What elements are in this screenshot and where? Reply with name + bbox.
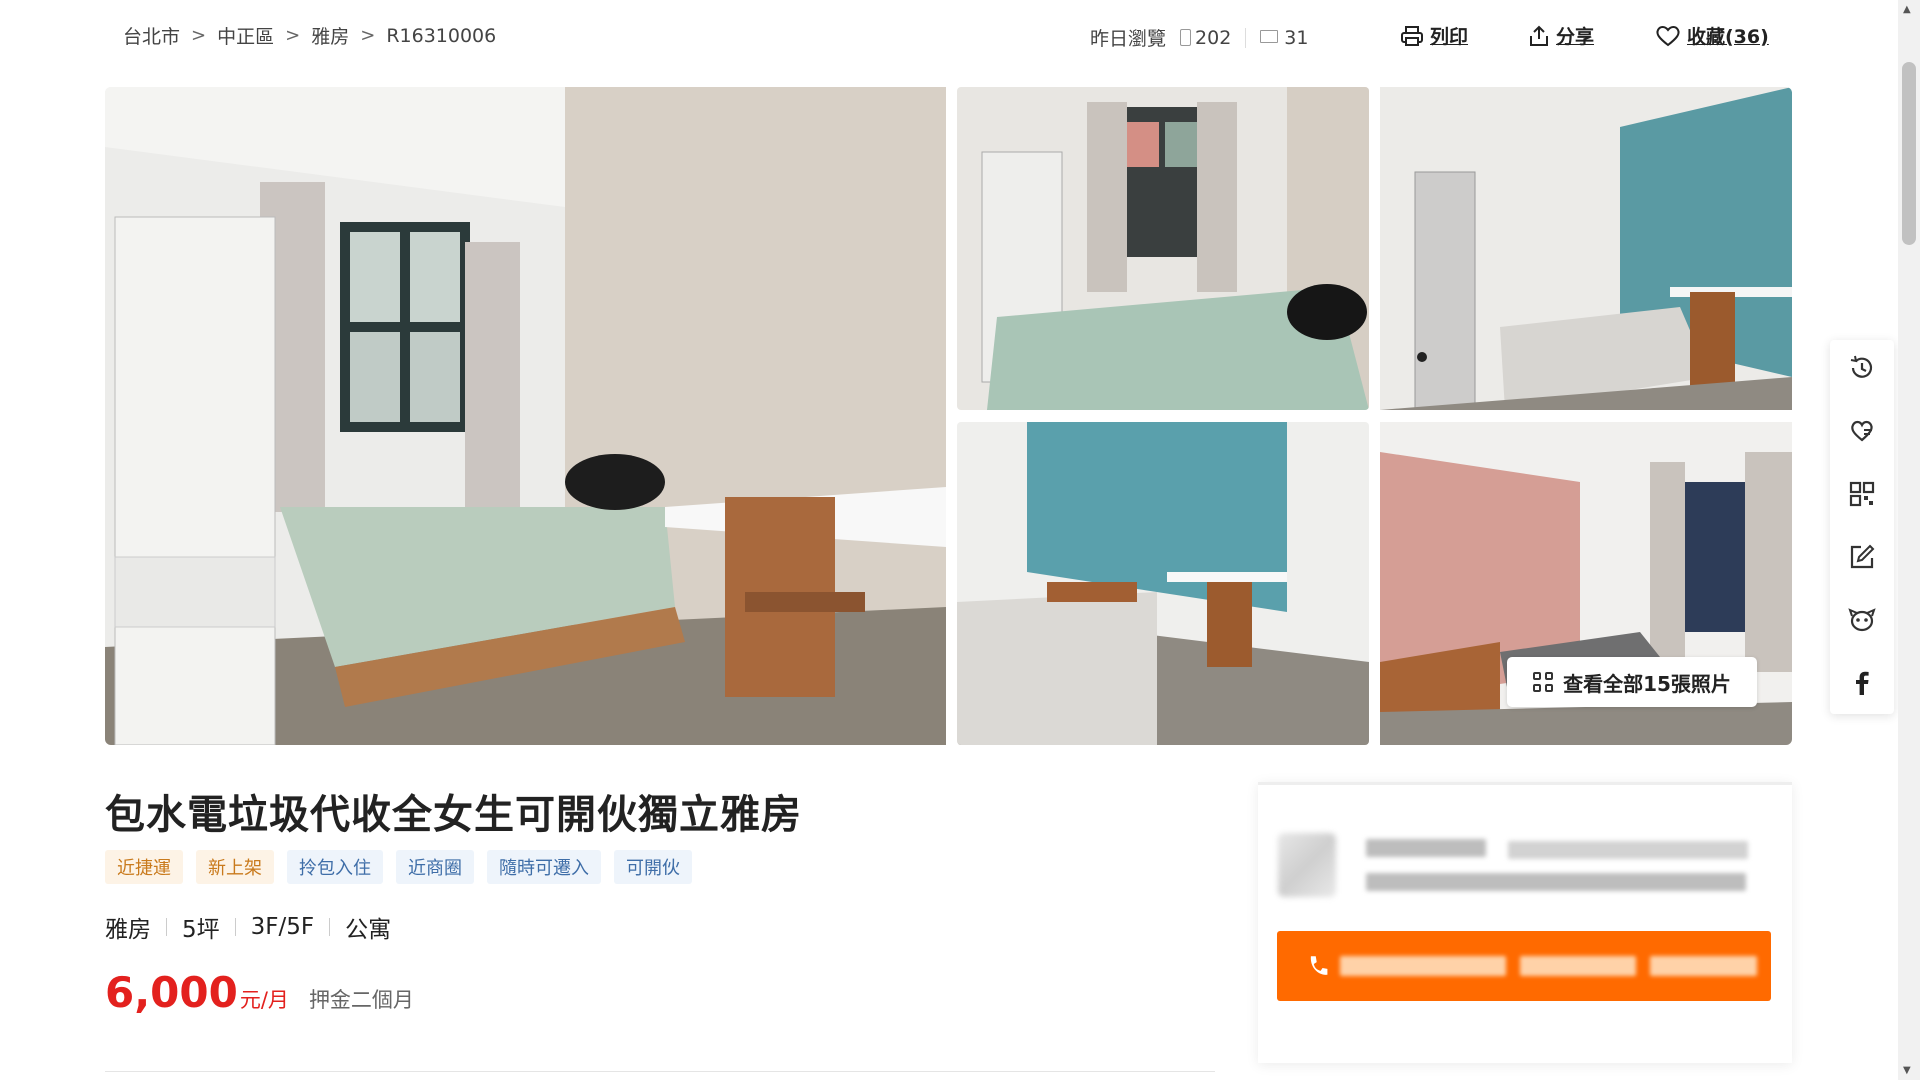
feature-tag: 近商圈 xyxy=(396,850,474,884)
divider xyxy=(329,918,331,936)
scroll-up-icon[interactable]: ▲ xyxy=(1903,4,1911,15)
mobile-views-count: 202 xyxy=(1195,26,1232,49)
share-icon xyxy=(1530,25,1548,46)
breadcrumb-separator: > xyxy=(191,25,207,46)
divider xyxy=(234,918,236,936)
breadcrumb-district[interactable]: 中正區 xyxy=(217,22,274,49)
listing-title: 包水電垃圾代收全女生可開伙獨立雅房 xyxy=(105,792,802,838)
view-stats: 昨日瀏覽 202 31 xyxy=(1090,24,1308,51)
agent-name-redacted xyxy=(1366,839,1486,857)
agent-info-redacted xyxy=(1508,841,1748,859)
printer-icon xyxy=(1401,25,1423,46)
scrollbar-thumb[interactable] xyxy=(1902,62,1916,245)
feature-tag: 可開伙 xyxy=(614,850,692,884)
edit-icon[interactable] xyxy=(1846,541,1878,573)
divider xyxy=(166,918,167,936)
phone-number-redacted xyxy=(1519,956,1637,976)
print-label: 列印 xyxy=(1430,26,1469,48)
phone-number-redacted xyxy=(1340,956,1506,976)
spec-floor: 3F/5F xyxy=(250,914,315,940)
page-scrollbar[interactable]: ▲ ▼ xyxy=(1898,0,1920,1080)
spec-room-type: 雅房 xyxy=(105,917,151,943)
print-button[interactable]: 列印 xyxy=(1400,22,1468,49)
photo-thumbnail[interactable] xyxy=(1380,87,1792,410)
spec-size: 5坪 xyxy=(182,917,220,943)
heart-chat-icon[interactable] xyxy=(1846,415,1878,447)
favorite-label: 收藏(36) xyxy=(1687,26,1769,48)
main-photo[interactable] xyxy=(105,87,946,745)
phone-number-redacted xyxy=(1650,956,1758,976)
breadcrumb-city[interactable]: 台北市 xyxy=(123,22,180,49)
view-all-photos-button[interactable]: 查看全部15張照片 xyxy=(1507,657,1757,707)
agent-info-redacted xyxy=(1366,873,1746,891)
rent-price: 6,000 xyxy=(105,968,238,1017)
feature-tag: 新上架 xyxy=(196,850,274,884)
history-icon[interactable] xyxy=(1846,352,1878,384)
contact-card xyxy=(1258,782,1792,1063)
stats-label: 昨日瀏覽 xyxy=(1090,28,1167,50)
share-label: 分享 xyxy=(1556,26,1595,48)
avatar xyxy=(1278,833,1336,897)
grid-icon xyxy=(1533,672,1554,692)
mobile-icon xyxy=(1180,29,1192,46)
phone-icon xyxy=(1310,956,1328,975)
breadcrumb-type[interactable]: 雅房 xyxy=(311,22,349,49)
divider xyxy=(1245,27,1247,48)
feature-tag: 拎包入住 xyxy=(287,850,383,884)
scroll-down-icon[interactable]: ▼ xyxy=(1903,1065,1911,1076)
rent-price-unit: 元/月 xyxy=(239,988,289,1012)
breadcrumb-listing-id: R16310006 xyxy=(386,24,497,47)
share-button[interactable]: 分享 xyxy=(1528,22,1594,49)
view-all-label: 查看全部15張照片 xyxy=(1563,671,1731,696)
desktop-views-count: 31 xyxy=(1284,26,1309,49)
pet-icon[interactable] xyxy=(1846,604,1878,636)
spec-building-type: 公寓 xyxy=(345,917,392,943)
divider xyxy=(105,1071,1215,1072)
breadcrumb-separator: > xyxy=(285,25,301,46)
call-button[interactable] xyxy=(1277,931,1771,1001)
listing-specs: 雅房 5坪 3F/5F 公寓 xyxy=(105,910,391,944)
qrcode-icon[interactable] xyxy=(1846,478,1878,510)
breadcrumb: 台北市 > 中正區 > 雅房 > R16310006 xyxy=(123,22,496,49)
price-block: 6,000 元/月 押金二個月 xyxy=(105,968,414,1017)
favorite-button[interactable]: 收藏(36) xyxy=(1655,22,1769,49)
heart-icon xyxy=(1656,25,1680,46)
feature-tags: 近捷運 新上架 拎包入住 近商圈 隨時可遷入 可開伙 xyxy=(105,850,705,884)
feature-tag: 近捷運 xyxy=(105,850,183,884)
facebook-icon[interactable] xyxy=(1846,667,1878,699)
photo-thumbnail[interactable] xyxy=(957,87,1369,410)
breadcrumb-separator: > xyxy=(360,25,376,46)
deposit-info: 押金二個月 xyxy=(308,988,414,1012)
desktop-icon xyxy=(1260,30,1279,43)
photo-gallery xyxy=(105,87,1792,745)
side-toolbar xyxy=(1830,340,1894,714)
photo-thumbnail[interactable] xyxy=(957,422,1369,745)
feature-tag: 隨時可遷入 xyxy=(487,850,601,884)
